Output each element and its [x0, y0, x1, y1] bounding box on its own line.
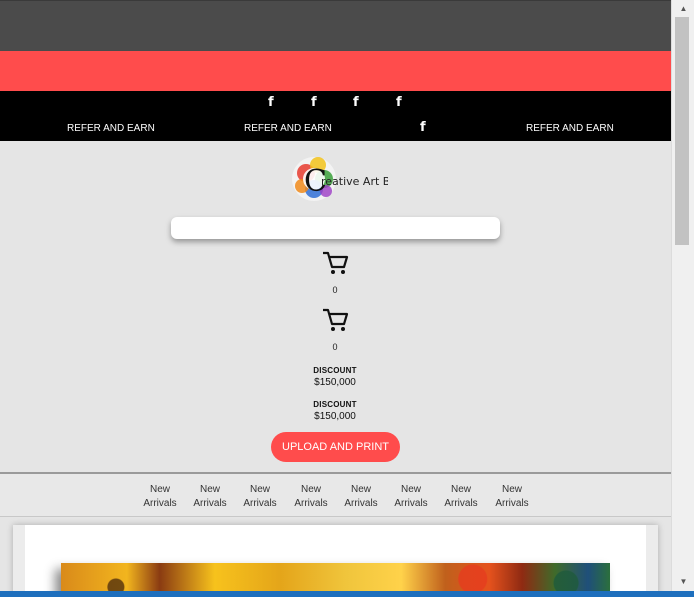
card-edge: [646, 525, 658, 591]
shopping-cart-icon[interactable]: [322, 250, 349, 276]
nav-item-line: New: [249, 484, 270, 495]
accent-banner: [0, 51, 671, 91]
scroll-up-icon[interactable]: ▲: [672, 2, 694, 16]
nav-item-line: Arrivals: [294, 498, 328, 509]
nav-item-line: New: [199, 484, 220, 495]
facebook-icon[interactable]: f: [311, 96, 317, 110]
facebook-icon[interactable]: f: [396, 96, 402, 110]
refer-and-earn-link[interactable]: REFER AND EARN: [244, 123, 332, 135]
nav-item-new-arrivals[interactable]: New Arrivals: [138, 483, 182, 511]
artwork-image[interactable]: [61, 563, 610, 591]
top-header-bar: [0, 0, 671, 51]
nav-item-new-arrivals[interactable]: New Arrivals: [439, 483, 483, 511]
nav-item-new-arrivals[interactable]: New Arrivals: [289, 483, 333, 511]
product-card[interactable]: [13, 525, 658, 591]
vertical-scrollbar[interactable]: ▲ ▼: [671, 0, 694, 591]
nav-item-line: New: [300, 484, 321, 495]
nav-item-new-arrivals[interactable]: New Arrivals: [188, 483, 232, 511]
svg-text:reative Art Box: reative Art Box: [321, 175, 388, 188]
search-input[interactable]: [171, 217, 500, 239]
os-taskbar-edge: [0, 591, 694, 597]
nav-item-line: Arrivals: [193, 498, 227, 509]
facebook-icon[interactable]: f: [420, 121, 426, 135]
facebook-icon[interactable]: f: [268, 96, 274, 110]
nav-item-new-arrivals[interactable]: New Arrivals: [490, 483, 534, 511]
discount-value: $150,000: [314, 377, 356, 388]
shopping-cart-icon[interactable]: [322, 307, 349, 333]
nav-item-line: Arrivals: [444, 498, 478, 509]
facebook-icon[interactable]: f: [353, 96, 359, 110]
upload-and-print-button[interactable]: UPLOAD AND PRINT: [271, 432, 400, 462]
nav-item-line: New: [450, 484, 471, 495]
nav-item-new-arrivals[interactable]: New Arrivals: [238, 483, 282, 511]
nav-item-line: New: [400, 484, 421, 495]
discount-label: DISCOUNT: [313, 366, 357, 375]
scroll-down-icon[interactable]: ▼: [672, 575, 694, 589]
nav-item-new-arrivals[interactable]: New Arrivals: [339, 483, 383, 511]
cart-count: 0: [332, 285, 338, 295]
discount-value: $150,000: [314, 411, 356, 422]
nav-item-line: Arrivals: [243, 498, 277, 509]
category-nav: New Arrivals New Arrivals New Arrivals N…: [0, 472, 671, 517]
nav-item-line: New: [149, 484, 170, 495]
scrollbar-thumb[interactable]: [675, 17, 689, 245]
refer-and-earn-link[interactable]: REFER AND EARN: [526, 123, 614, 135]
nav-item-line: Arrivals: [495, 498, 529, 509]
card-edge: [13, 525, 25, 591]
page-viewport: f f f f REFER AND EARN REFER AND EARN f …: [0, 0, 671, 591]
creative-art-box-logo[interactable]: C reative Art Box: [292, 151, 388, 209]
nav-item-line: Arrivals: [143, 498, 177, 509]
refer-and-earn-link[interactable]: REFER AND EARN: [67, 123, 155, 135]
nav-item-line: Arrivals: [394, 498, 428, 509]
nav-item-line: Arrivals: [344, 498, 378, 509]
nav-item-new-arrivals[interactable]: New Arrivals: [389, 483, 433, 511]
nav-item-line: New: [501, 484, 522, 495]
cart-count: 0: [332, 342, 338, 352]
discount-label: DISCOUNT: [313, 400, 357, 409]
nav-item-line: New: [350, 484, 371, 495]
